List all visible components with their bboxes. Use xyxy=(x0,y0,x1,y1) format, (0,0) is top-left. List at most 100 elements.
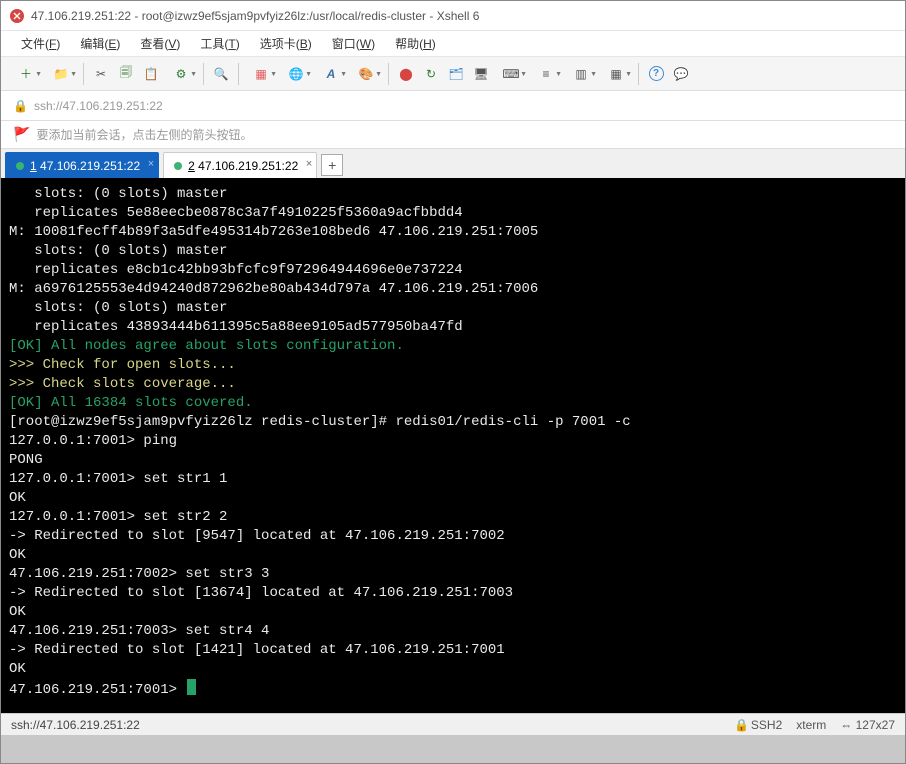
highlight-button[interactable]: 🎨▼ xyxy=(349,62,383,86)
window-title: 47.106.219.251:22 - root@izwz9ef5sjam9pv… xyxy=(31,9,479,23)
gear-icon: ⚙ xyxy=(176,67,187,81)
terminal-line: M: 10081fecff4b89f3a5dfe495314b7263e108b… xyxy=(9,223,897,242)
menu-view[interactable]: 查看(V) xyxy=(132,32,188,55)
menu-edit[interactable]: 编辑(E) xyxy=(72,32,128,55)
terminal-line: slots: (0 slots) master xyxy=(9,242,897,261)
lock-icon: 🔒 xyxy=(13,99,28,113)
close-tab-icon[interactable]: × xyxy=(148,158,154,170)
file-manager-button[interactable]: 🗂 xyxy=(444,62,468,86)
copy-icon: 🗐 xyxy=(120,63,132,84)
server-icon: 🖥 xyxy=(473,67,488,81)
tab-strip: 1 47.106.219.251:22 × 2 47.106.219.251:22 ×… xyxy=(1,149,905,179)
toolbar-separator xyxy=(203,63,204,85)
language-button[interactable]: 🌐▼ xyxy=(279,62,313,86)
align-button[interactable]: ≡▼ xyxy=(529,62,563,86)
terminal-line: >>> Check for open slots... xyxy=(9,356,897,375)
toolbar-separator xyxy=(638,63,639,85)
server-button[interactable]: 🖥 xyxy=(469,62,493,86)
toolbar-separator xyxy=(238,63,239,85)
layout-icon: ▦ xyxy=(255,67,266,81)
tab-label: 2 47.106.219.251:22 xyxy=(188,159,298,173)
terminal-line: 127.0.0.1:7001> ping xyxy=(9,432,897,451)
font-icon: A xyxy=(327,67,336,81)
terminal-line: -> Redirected to slot [9547] located at … xyxy=(9,527,897,546)
titlebar: 47.106.219.251:22 - root@izwz9ef5sjam9pv… xyxy=(1,1,905,31)
terminal-line: -> Redirected to slot [1421] located at … xyxy=(9,641,897,660)
menu-help[interactable]: 帮助(H) xyxy=(387,32,444,55)
plus-icon: ＋ xyxy=(20,65,32,82)
cursor xyxy=(187,679,196,695)
status-dot-icon xyxy=(174,162,182,170)
help-button[interactable]: ? xyxy=(644,62,668,86)
terminal-line: OK xyxy=(9,489,897,508)
record-icon: ⬤ xyxy=(399,67,412,81)
toolbar: ＋▼ 📁▼ ✂ 🗐 📋 ⚙▼ 🔍 ▦▼ 🌐▼ A▼ 🎨▼ ⬤ ↻ 🗂 🖥 ⌨▼ … xyxy=(1,57,905,91)
session-tab-1[interactable]: 1 47.106.219.251:22 × xyxy=(5,152,159,178)
status-ssh: 🔒SSH2 xyxy=(734,718,782,732)
folder-icon: 📁 xyxy=(54,67,69,81)
new-session-button[interactable]: ＋▼ xyxy=(9,62,43,86)
help-icon: ? xyxy=(649,66,664,81)
status-term: xterm xyxy=(796,718,826,732)
menu-file[interactable]: 文件(F) xyxy=(13,32,68,55)
cut-button[interactable]: ✂ xyxy=(89,62,113,86)
status-dot-icon xyxy=(16,162,24,170)
terminal-line: replicates e8cb1c42bb93bfcfc9f9729649446… xyxy=(9,261,897,280)
paste-button[interactable]: 📋 xyxy=(139,62,163,86)
toolbar-separator xyxy=(388,63,389,85)
copy-button[interactable]: 🗐 xyxy=(114,62,138,86)
split-button[interactable]: ▥▼ xyxy=(564,62,598,86)
reconnect-button[interactable]: ↻ xyxy=(419,62,443,86)
terminal-line: OK xyxy=(9,603,897,622)
close-tab-icon[interactable]: × xyxy=(306,158,312,170)
terminal-line: slots: (0 slots) master xyxy=(9,299,897,318)
keyboard-icon: ⌨ xyxy=(502,67,519,81)
palette-icon: 🎨 xyxy=(359,67,374,81)
menubar: 文件(F) 编辑(E) 查看(V) 工具(T) 选项卡(B) 窗口(W) 帮助(… xyxy=(1,31,905,57)
record-button[interactable]: ⬤ xyxy=(394,62,418,86)
terminal-line: >>> Check slots coverage... xyxy=(9,375,897,394)
terminal-line: PONG xyxy=(9,451,897,470)
open-button[interactable]: 📁▼ xyxy=(44,62,78,86)
layout-button[interactable]: ▦▼ xyxy=(244,62,278,86)
terminal-line: [root@izwz9ef5sjam9pvfyiz26lz redis-clus… xyxy=(9,413,897,432)
session-tab-2[interactable]: 2 47.106.219.251:22 × xyxy=(163,152,317,178)
terminal-line: slots: (0 slots) master xyxy=(9,185,897,204)
terminal-line: 47.106.219.251:7001> xyxy=(9,679,897,700)
grid-icon: ▦ xyxy=(610,67,621,81)
new-tab-button[interactable]: + xyxy=(321,154,343,176)
terminal-line: -> Redirected to slot [13674] located at… xyxy=(9,584,897,603)
tab-label: 1 47.106.219.251:22 xyxy=(30,159,140,173)
terminal-line: OK xyxy=(9,660,897,679)
terminal-output[interactable]: slots: (0 slots) master replicates 5e88e… xyxy=(1,179,905,713)
find-button[interactable]: 🔍 xyxy=(209,62,233,86)
status-size: ⇔ 127x27 xyxy=(840,718,895,732)
paste-icon: 📋 xyxy=(144,67,159,81)
refresh-icon: ↻ xyxy=(426,67,436,81)
terminal-line: 127.0.0.1:7001> set str1 1 xyxy=(9,470,897,489)
feedback-button[interactable]: 💬 xyxy=(669,62,693,86)
address-bar[interactable]: 🔒 ssh://47.106.219.251:22 xyxy=(1,91,905,121)
menu-tabs[interactable]: 选项卡(B) xyxy=(252,32,320,55)
grid-button[interactable]: ▦▼ xyxy=(599,62,633,86)
scissors-icon: ✂ xyxy=(96,67,106,81)
terminal-line: replicates 5e88eecbe0878c3a7f4910225f536… xyxy=(9,204,897,223)
font-button[interactable]: A▼ xyxy=(314,62,348,86)
keyboard-button[interactable]: ⌨▼ xyxy=(494,62,528,86)
list-icon: ≡ xyxy=(542,67,549,81)
menu-window[interactable]: 窗口(W) xyxy=(324,32,383,55)
terminal-line: [OK] All 16384 slots covered. xyxy=(9,394,897,413)
terminal-line: 47.106.219.251:7002> set str3 3 xyxy=(9,565,897,584)
terminal-line: 47.106.219.251:7003> set str4 4 xyxy=(9,622,897,641)
terminal-line: OK xyxy=(9,546,897,565)
app-logo-icon xyxy=(9,8,25,24)
toolbar-separator xyxy=(83,63,84,85)
properties-button[interactable]: ⚙▼ xyxy=(164,62,198,86)
menu-tools[interactable]: 工具(T) xyxy=(192,32,247,55)
globe-icon: 🌐 xyxy=(289,67,304,81)
files-icon: 🗂 xyxy=(448,67,463,81)
hint-text: 要添加当前会话，点击左侧的箭头按钮。 xyxy=(36,126,252,143)
address-text: ssh://47.106.219.251:22 xyxy=(34,99,163,113)
terminal-line: 127.0.0.1:7001> set str2 2 xyxy=(9,508,897,527)
terminal-line: [OK] All nodes agree about slots configu… xyxy=(9,337,897,356)
